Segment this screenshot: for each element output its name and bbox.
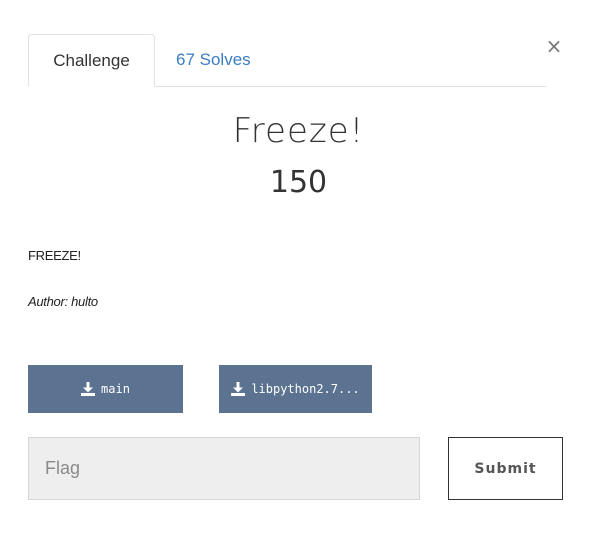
download-icon <box>81 382 96 396</box>
close-icon: × <box>545 34 563 58</box>
close-button[interactable]: × <box>544 34 564 58</box>
submit-button[interactable]: Submit <box>448 437 563 500</box>
file-download-button-main[interactable]: main <box>28 365 183 413</box>
tab-solves[interactable]: 67 Solves <box>176 34 251 86</box>
challenge-description: FREEZE! <box>28 248 81 263</box>
download-icon <box>231 382 246 396</box>
flag-input[interactable] <box>28 437 420 500</box>
challenge-modal: Challenge 67 Solves × Freeze! 150 FREEZE… <box>0 0 597 552</box>
file-download-label: libpython2.7... <box>251 382 360 396</box>
challenge-name: Freeze! <box>232 111 365 151</box>
challenge-tabs: Challenge 67 Solves <box>28 34 546 87</box>
challenge-author: Author: hulto <box>28 294 98 309</box>
challenge-value: 150 <box>269 165 328 200</box>
tab-challenge[interactable]: Challenge <box>28 34 155 87</box>
file-download-label: main <box>101 382 130 396</box>
file-download-button-libpython[interactable]: libpython2.7... <box>219 365 372 413</box>
